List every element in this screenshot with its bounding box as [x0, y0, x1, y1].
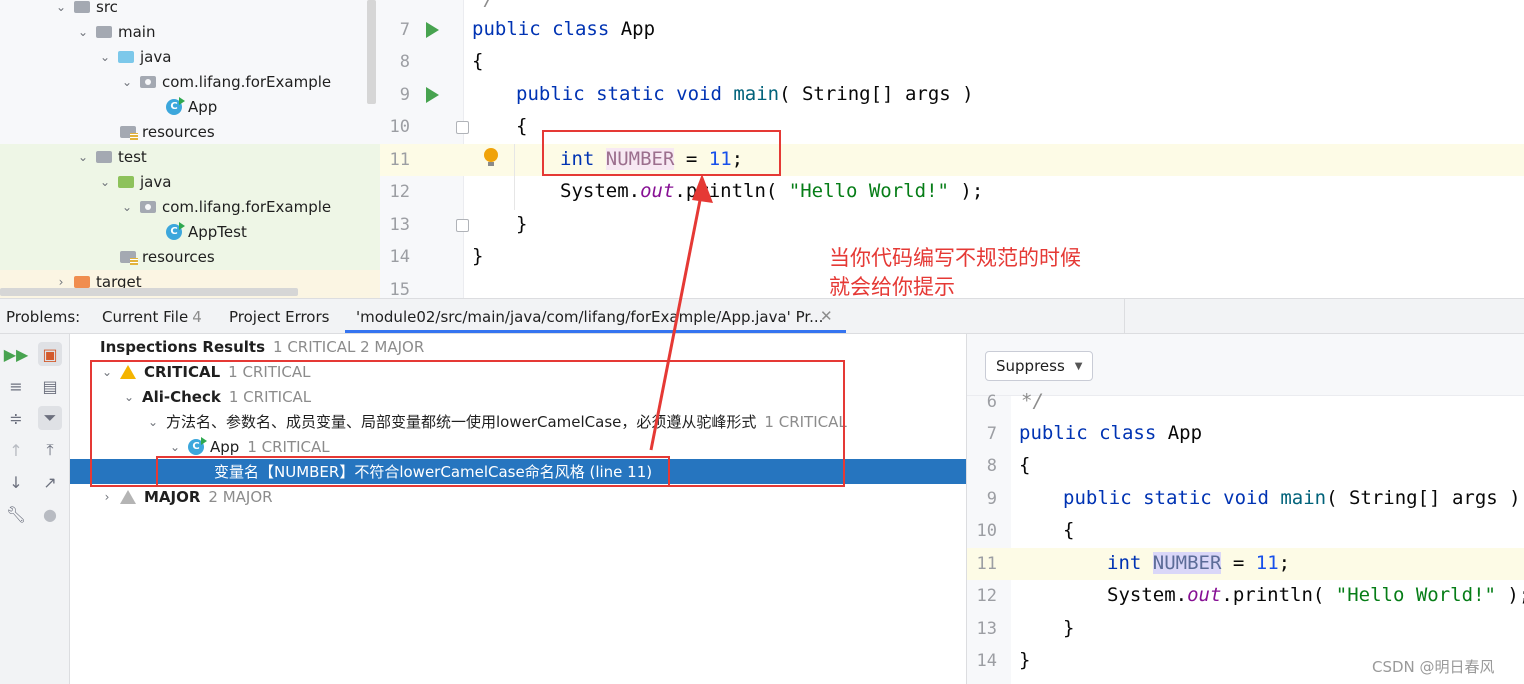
watermark: CSDN @明日春风 — [1372, 658, 1495, 676]
annotation-arrow — [649, 174, 713, 451]
